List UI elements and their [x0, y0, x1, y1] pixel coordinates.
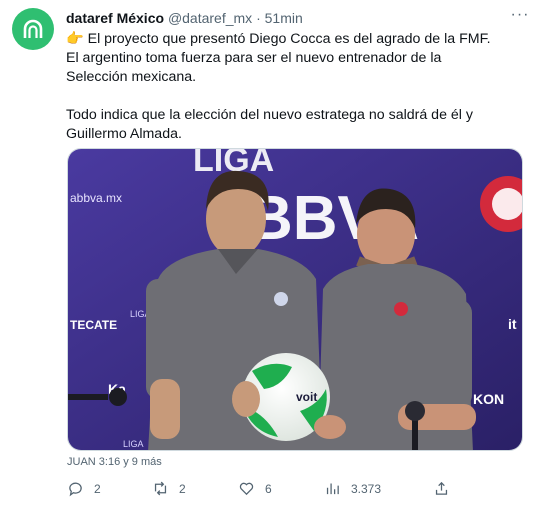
- retweet-count: 2: [179, 481, 186, 496]
- tweet-header: dataref México @dataref_mx · 51min: [66, 10, 303, 26]
- retweet-button[interactable]: 2: [152, 480, 186, 497]
- tweet-paragraph: 👉 El proyecto que presentó Diego Cocca e…: [66, 31, 491, 85]
- share-button[interactable]: [433, 480, 450, 497]
- photo-illustration: LIGA BBVA abbva.mx TECATE Ka KON it LIGA…: [68, 149, 522, 450]
- ball-brand-text: voit: [296, 390, 317, 404]
- reply-count: 2: [94, 481, 101, 496]
- sponsor-text: LIGA: [123, 439, 144, 449]
- reply-icon: [69, 482, 82, 497]
- views-chart-icon: [326, 483, 339, 495]
- sponsor-text: TECATE: [70, 318, 117, 332]
- heart-icon: [239, 482, 254, 496]
- like-count: 6: [265, 481, 272, 496]
- author-handle[interactable]: @dataref_mx: [168, 10, 252, 26]
- retweet-icon: [154, 481, 167, 496]
- dataref-logo-icon: [23, 19, 43, 38]
- sponsor-text: it: [508, 316, 517, 332]
- tweet: dataref México @dataref_mx · 51min ··· 👉…: [0, 0, 550, 505]
- tweet-text: 👉 El proyecto que presentó Diego Cocca e…: [66, 30, 506, 144]
- reply-button[interactable]: 2: [67, 480, 101, 497]
- tweet-paragraph: Todo indica que la elección del nuevo es…: [66, 107, 473, 142]
- more-options-button[interactable]: ···: [508, 6, 532, 26]
- view-count: 3.373: [351, 481, 382, 496]
- media-tags[interactable]: JUAN 3:16 y 9 más: [67, 456, 162, 468]
- share-icon: [435, 481, 448, 495]
- sponsor-text: KON: [473, 391, 504, 407]
- tweet-time[interactable]: 51min: [265, 10, 303, 26]
- author-name[interactable]: dataref México: [66, 10, 164, 26]
- tweet-media-photo[interactable]: LIGA BBVA abbva.mx TECATE Ka KON it LIGA…: [67, 148, 523, 451]
- tweet-actions: 2 2 6 3.373: [0, 480, 550, 500]
- avatar[interactable]: [12, 8, 54, 50]
- separator: ·: [256, 10, 261, 26]
- views-button[interactable]: 3.373: [324, 480, 381, 497]
- like-button[interactable]: 6: [238, 480, 272, 497]
- sponsor-text: abbva.mx: [70, 191, 122, 205]
